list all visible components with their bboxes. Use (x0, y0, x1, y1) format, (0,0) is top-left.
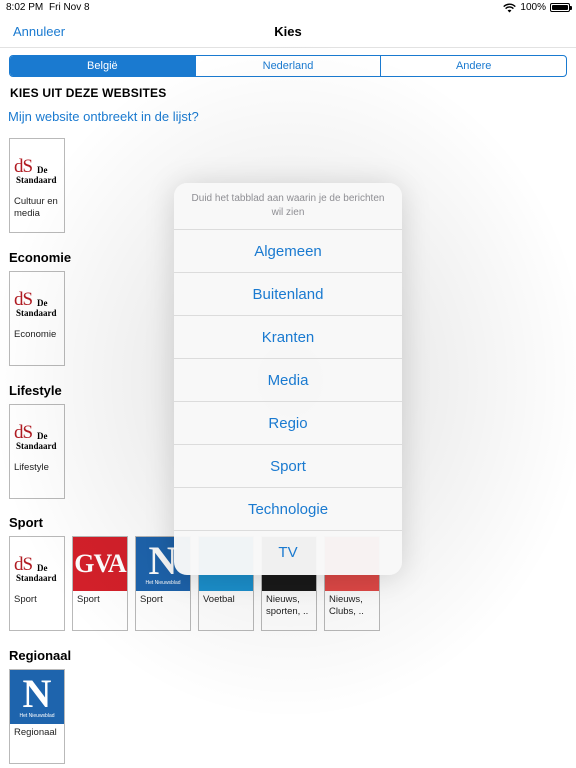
status-right: 100% (503, 2, 572, 13)
website-tile-sport-standaard[interactable]: dS De Standaard Sport (9, 536, 65, 631)
popover-message: Duid het tabblad aan waarin je de berich… (174, 183, 402, 230)
tile-label: Regionaal (14, 727, 57, 738)
tile-label: Sport (77, 594, 100, 605)
tile-label: Economie (14, 329, 57, 340)
section-title-lifestyle: Lifestyle (9, 383, 62, 398)
status-time: 8:02 PM (6, 2, 44, 13)
website-tile-regionaal[interactable]: N Het Nieuwsblad Regionaal (9, 669, 65, 764)
status-date: Fri Nov 8 (49, 2, 90, 13)
de-standaard-logo: dS De Standaard (14, 288, 57, 318)
battery-icon (550, 3, 572, 12)
de-standaard-logo: dS De Standaard (14, 155, 57, 185)
wifi-icon (503, 3, 517, 12)
section-title-regionaal: Regionaal (9, 648, 72, 663)
option-sport[interactable]: Sport (174, 445, 402, 488)
missing-website-link[interactable]: Mijn website ontbreekt in de lijst? (8, 109, 199, 124)
option-media[interactable]: Media (174, 359, 402, 402)
section-title-economie: Economie (9, 250, 72, 265)
battery-percent: 100% (520, 2, 546, 13)
gva-logo: GVA (73, 537, 127, 591)
option-regio[interactable]: Regio (174, 402, 402, 445)
de-standaard-logo: dS De Standaard (14, 553, 57, 583)
het-nieuwsblad-logo: N Het Nieuwsblad (10, 670, 64, 724)
option-tv[interactable]: TV (174, 531, 402, 574)
website-tile-economie[interactable]: dS De Standaard Economie (9, 271, 65, 366)
section-heading: KIES UIT DEZE WEBSITES (10, 86, 167, 100)
tile-label: Nieuws, Clubs, .. (329, 594, 364, 617)
country-segmented-control: België Nederland Andere (9, 55, 567, 77)
website-tile-lifestyle[interactable]: dS De Standaard Lifestyle (9, 404, 65, 499)
tab-nederland[interactable]: Nederland (194, 56, 381, 76)
tab-andere[interactable]: Andere (380, 56, 566, 76)
website-tile-cultuur[interactable]: dS De Standaard Cultuur en media (9, 138, 65, 233)
nav-bar: Annuleer Kies (0, 16, 576, 48)
page-title: Kies (274, 24, 302, 39)
tile-label: Lifestyle (14, 462, 49, 473)
tile-label: Sport (14, 594, 37, 605)
tile-label: Sport (140, 594, 163, 605)
tile-label: Cultuur en media (14, 196, 58, 219)
tile-label: Nieuws, sporten, .. (266, 594, 309, 617)
section-title-sport: Sport (9, 515, 43, 530)
website-tile-sport-gva[interactable]: GVA Sport (72, 536, 128, 631)
option-technologie[interactable]: Technologie (174, 488, 402, 531)
tab-belgie[interactable]: België (10, 56, 195, 76)
de-standaard-logo: dS De Standaard (14, 421, 57, 451)
option-algemeen[interactable]: Algemeen (174, 230, 402, 273)
option-kranten[interactable]: Kranten (174, 316, 402, 359)
option-buitenland[interactable]: Buitenland (174, 273, 402, 316)
tab-choice-popover: Duid het tabblad aan waarin je de berich… (174, 183, 402, 575)
tile-label: Voetbal (203, 594, 235, 605)
status-bar: 8:02 PM Fri Nov 8 100% (0, 0, 576, 16)
